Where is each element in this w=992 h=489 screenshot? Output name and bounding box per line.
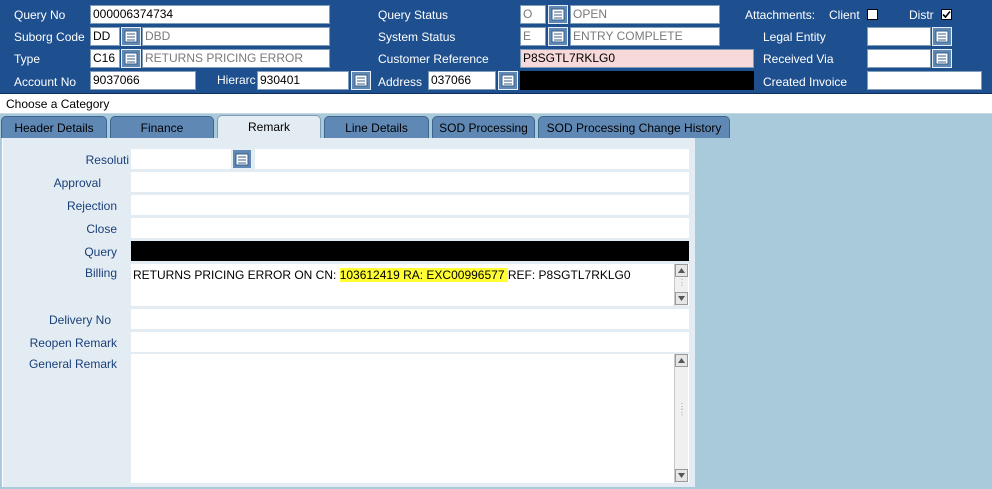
address-desc-redacted	[520, 71, 754, 90]
suborg-code-field[interactable]: DD	[90, 27, 120, 46]
general-remark-scrollbar[interactable]: ⋮ ⋮	[674, 354, 688, 483]
delivery-no-label: Delivery No	[48, 313, 111, 327]
tab-sod-processing-change-history[interactable]: SOD Processing Change History	[538, 116, 730, 138]
choose-category-bar[interactable]: Choose a Category	[0, 94, 992, 114]
approval-field[interactable]	[131, 172, 689, 192]
remark-panel-body: Resoluti Approval Rejection Close Query …	[2, 138, 695, 487]
type-desc-field[interactable]: RETURNS PRICING ERROR	[142, 49, 330, 68]
resolution-lov-icon[interactable]	[232, 149, 252, 169]
system-status-desc-field[interactable]: ENTRY COMPLETE	[570, 27, 720, 46]
query-status-desc-field[interactable]: OPEN	[570, 5, 720, 24]
address-code-field[interactable]: 037066	[428, 71, 496, 90]
close-label: Close	[86, 222, 117, 236]
hierarchy-lov-icon[interactable]	[351, 71, 371, 90]
scroll-down-icon[interactable]	[675, 469, 688, 482]
received-via-label: Received Via	[763, 52, 834, 66]
created-invoice-label: Created Invoice	[763, 75, 848, 89]
rejection-label: Rejection	[66, 199, 117, 213]
reopen-remark-field[interactable]	[131, 332, 689, 352]
billing-text-start: RETURNS PRICING ERROR ON CN:	[133, 268, 340, 282]
system-status-code-field[interactable]: E	[520, 27, 546, 46]
suborg-desc-field[interactable]: DBD	[142, 27, 330, 46]
scroll-up-icon[interactable]	[675, 354, 688, 367]
customer-reference-field[interactable]: P8SGTL7RKLG0	[520, 49, 754, 68]
distr-label: Distr	[909, 8, 934, 22]
remark-panel: Resoluti Approval Rejection Close Query …	[0, 138, 992, 489]
created-invoice-field[interactable]	[867, 71, 982, 90]
type-lov-icon[interactable]	[121, 49, 141, 68]
legal-entity-field[interactable]	[867, 27, 931, 46]
resolution-desc-field[interactable]	[255, 149, 689, 169]
billing-textarea[interactable]: RETURNS PRICING ERROR ON CN: 103612419 R…	[131, 264, 689, 306]
tab-header-details[interactable]: Header Details	[1, 116, 107, 138]
query-remark-redacted	[131, 241, 689, 261]
query-status-label: Query Status	[378, 8, 449, 22]
scroll-grip-icon: ⋮ ⋮	[678, 402, 686, 417]
rejection-field[interactable]	[131, 195, 689, 215]
query-status-lov-icon[interactable]	[548, 5, 568, 24]
type-code-field[interactable]: C16	[90, 49, 120, 68]
resolution-field[interactable]	[131, 149, 231, 169]
billing-scrollbar[interactable]: ⋮	[674, 264, 688, 306]
address-label: Address	[378, 75, 423, 89]
reopen-remark-label: Reopen Remark	[29, 336, 117, 350]
query-no-label: Query No	[14, 8, 66, 22]
tab-line-details[interactable]: Line Details	[324, 116, 429, 138]
general-remark-label: General Remark	[28, 357, 117, 371]
received-via-field[interactable]	[867, 49, 931, 68]
customer-reference-label: Customer Reference	[378, 52, 489, 66]
scroll-up-icon[interactable]	[675, 264, 688, 277]
account-no-field[interactable]: 9037066	[90, 71, 196, 90]
billing-label: Billing	[84, 266, 117, 280]
checkmark-icon	[942, 10, 951, 19]
type-label: Type	[14, 52, 41, 66]
account-no-label: Account No	[14, 75, 77, 89]
attachments-label: Attachments:	[745, 8, 816, 22]
tab-strip: Header Details Finance Remark Line Detai…	[0, 114, 992, 139]
billing-text-end: REF: P8SGTL7RKLG0	[507, 268, 631, 282]
resolution-label: Resoluti	[85, 153, 129, 167]
hierarchy-field[interactable]: 930401	[257, 71, 349, 90]
legal-entity-label: Legal Entity	[763, 30, 826, 44]
distr-checkbox[interactable]	[941, 9, 952, 20]
suborg-lov-icon[interactable]	[121, 27, 141, 46]
system-status-lov-icon[interactable]	[548, 27, 568, 46]
query-status-code-field[interactable]: O	[520, 5, 546, 24]
billing-text-highlighted: 103612419 RA: EXC00996577	[339, 268, 508, 282]
received-via-lov-icon[interactable]	[932, 49, 952, 68]
scroll-grip-icon: ⋮	[678, 278, 686, 287]
client-label: Client	[829, 8, 860, 22]
query-label: Query	[84, 245, 117, 259]
general-remark-textarea[interactable]	[131, 354, 689, 483]
tab-finance[interactable]: Finance	[110, 116, 214, 138]
approval-label: Approval	[53, 176, 101, 190]
legal-entity-lov-icon[interactable]	[932, 27, 952, 46]
query-no-field[interactable]: 000006374734	[90, 5, 330, 24]
suborg-code-label: Suborg Code	[14, 30, 85, 44]
delivery-no-field[interactable]	[131, 309, 689, 329]
scroll-down-icon[interactable]	[675, 292, 688, 305]
tab-remark[interactable]: Remark	[217, 115, 321, 139]
hierarchy-label: Hierarc	[217, 73, 256, 87]
tab-sod-processing[interactable]: SOD Processing	[432, 116, 535, 138]
client-checkbox[interactable]	[867, 9, 878, 20]
address-lov-icon[interactable]	[498, 71, 518, 90]
close-field[interactable]	[131, 218, 689, 238]
system-status-label: System Status	[378, 30, 456, 44]
query-header-panel: Query No 000006374734 Query Status O OPE…	[0, 0, 992, 94]
